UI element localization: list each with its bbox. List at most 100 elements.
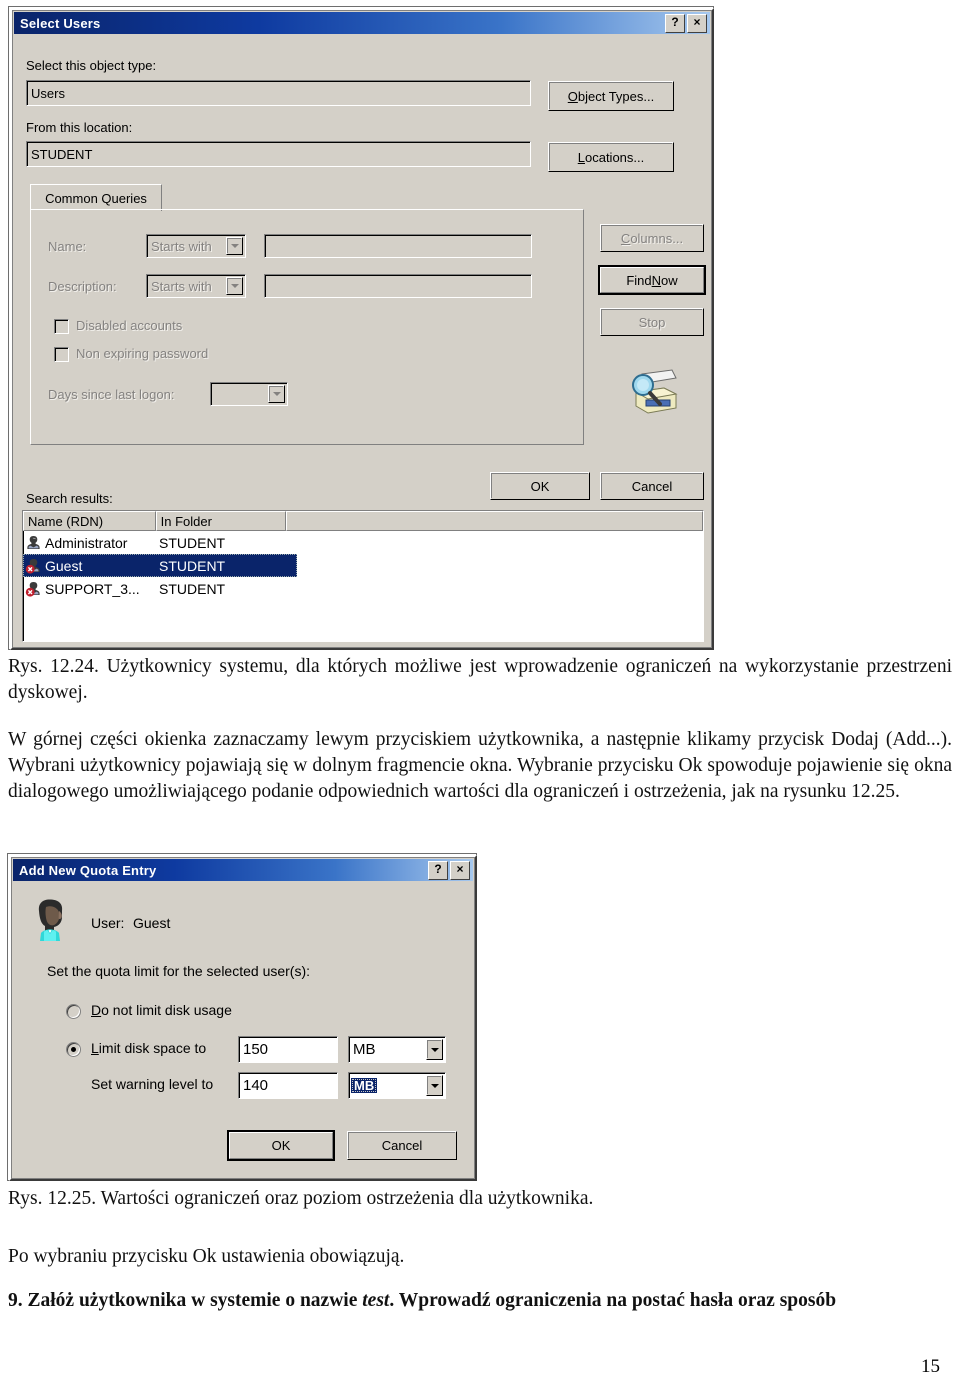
find-now-button[interactable]: Find Now	[598, 265, 706, 295]
radio-limit-disk-space-label: Limit disk space to	[91, 1040, 207, 1056]
object-types-button[interactable]: Object Types...	[548, 81, 674, 111]
search-results-listview[interactable]: Name (RDN) In Folder Administrator STUDE…	[22, 510, 704, 642]
radio-do-not-limit[interactable]	[66, 1004, 81, 1019]
object-types-button-label: Object Types...	[567, 88, 655, 104]
select-users-titlebar[interactable]: Select Users ? ×	[14, 12, 710, 34]
search-disk-icon	[632, 369, 678, 414]
table-row[interactable]: Guest STUDENT	[23, 554, 297, 577]
name-input[interactable]	[264, 234, 532, 258]
row-folder: STUDENT	[159, 534, 226, 551]
name-condition-value: Starts with	[151, 238, 212, 254]
limit-unit-combo[interactable]: MB	[348, 1036, 446, 1063]
help-icon[interactable]: ?	[428, 860, 448, 880]
quota-cancel-button[interactable]: Cancel	[347, 1131, 457, 1160]
disabled-accounts-label: Disabled accounts	[76, 318, 183, 333]
description-condition-value: Starts with	[151, 278, 212, 294]
select-users-title: Select Users	[20, 15, 101, 31]
row-folder: STUDENT	[159, 557, 226, 574]
columns-button[interactable]: Columns...	[600, 224, 704, 252]
find-now-button-label: Find Now	[600, 267, 704, 293]
radio-selected-dot	[71, 1047, 76, 1052]
select-users-dialog[interactable]: Select Users ? × Select this object type…	[10, 8, 714, 650]
caption-12-25: Rys. 12.25. Wartości ograniczeń oraz poz…	[8, 1188, 594, 1209]
user-label: User:	[91, 915, 125, 931]
task-9-emphasis: test	[362, 1290, 390, 1311]
radio-limit-disk-space[interactable]	[66, 1042, 81, 1057]
stop-button[interactable]: Stop	[600, 308, 704, 336]
user-disabled-icon	[25, 559, 40, 574]
description-condition-combo[interactable]: Starts with	[146, 274, 246, 298]
row-name: Guest	[45, 557, 83, 574]
column-header-name[interactable]: Name (RDN)	[23, 511, 156, 531]
ok-button-label: OK	[530, 478, 550, 494]
search-results-label: Search results:	[26, 491, 113, 506]
name-label: Name:	[48, 239, 87, 254]
days-since-last-logon-label: Days since last logon:	[48, 387, 175, 402]
chevron-down-icon[interactable]	[226, 277, 243, 295]
non-expiring-password-label: Non expiring password	[76, 346, 209, 361]
limit-unit-value: MB	[353, 1041, 376, 1058]
tab-common-queries-label: Common Queries	[45, 190, 147, 206]
body-paragraph-1: W górnej części okienka zaznaczamy lewym…	[8, 729, 952, 802]
quota-ok-button-label: OK	[229, 1132, 333, 1159]
user-disabled-icon	[25, 582, 40, 597]
user-name: Guest	[133, 915, 171, 931]
avatar	[38, 899, 63, 941]
quota-title: Add New Quota Entry	[19, 862, 157, 878]
warning-unit-combo[interactable]: MB	[348, 1072, 446, 1099]
close-icon[interactable]: ×	[687, 13, 707, 33]
body-paragraph-2: Po wybraniu przycisku Ok ustawienia obow…	[8, 1246, 405, 1267]
chevron-down-icon[interactable]	[426, 1039, 443, 1060]
warning-unit-value: MB	[351, 1078, 378, 1093]
help-icon[interactable]: ?	[665, 13, 685, 33]
tab-common-queries[interactable]: Common Queries	[30, 184, 162, 211]
chevron-down-icon[interactable]	[268, 385, 285, 403]
cancel-button-label: Cancel	[631, 478, 673, 494]
warning-value-input[interactable]: 140	[238, 1072, 338, 1099]
limit-value: 150	[243, 1041, 269, 1058]
description-input[interactable]	[264, 274, 532, 298]
column-header-folder[interactable]: In Folder	[155, 511, 287, 531]
table-row[interactable]: Administrator STUDENT	[23, 531, 703, 554]
radio-do-not-limit-label: Do not limit disk usage	[91, 1002, 232, 1018]
row-name: SUPPORT_3...	[45, 580, 140, 597]
location-field[interactable]: STUDENT	[26, 141, 531, 167]
non-expiring-password-checkbox[interactable]	[54, 347, 69, 362]
row-name: Administrator	[45, 534, 128, 551]
days-since-last-logon-combo[interactable]	[210, 382, 288, 406]
task-9-suffix: . Wprowadź ograniczenia na postać hasła …	[389, 1290, 837, 1311]
stop-button-label: Stop	[638, 314, 666, 330]
user-icon	[27, 536, 40, 549]
location-value: STUDENT	[31, 146, 93, 162]
chevron-down-icon[interactable]	[226, 237, 243, 255]
warning-level-label: Set warning level to	[91, 1076, 214, 1092]
page-number: 15	[921, 1356, 940, 1377]
task-9-prefix: 9. Załóż użytkownika w systemie o nazwie	[8, 1290, 363, 1311]
close-icon[interactable]: ×	[450, 860, 470, 880]
warning-value: 140	[243, 1077, 269, 1094]
chevron-down-icon[interactable]	[426, 1075, 443, 1096]
object-type-value: Users	[31, 85, 65, 101]
cancel-button[interactable]: Cancel	[600, 472, 704, 500]
quota-instruction: Set the quota limit for the selected use…	[47, 963, 311, 979]
table-row[interactable]: SUPPORT_3... STUDENT	[23, 577, 703, 600]
column-header-filler	[286, 511, 703, 531]
disabled-accounts-checkbox[interactable]	[54, 319, 69, 334]
row-folder: STUDENT	[159, 580, 226, 597]
quota-dialog[interactable]: Add New Quota Entry ? × User: Guest Set …	[9, 855, 477, 1181]
listview-header: Name (RDN) In Folder	[23, 511, 703, 531]
limit-value-input[interactable]: 150	[238, 1036, 338, 1063]
location-label: From this location:	[26, 120, 133, 135]
quota-ok-button[interactable]: OK	[227, 1130, 335, 1161]
columns-button-label: Columns...	[620, 230, 684, 246]
object-type-field[interactable]: Users	[26, 80, 531, 106]
locations-button-label: Locations...	[577, 149, 645, 165]
object-type-label: Select this object type:	[26, 58, 157, 73]
caption-12-24: Rys. 12.24. Użytkownicy systemu, dla któ…	[8, 656, 952, 703]
quota-cancel-button-label: Cancel	[381, 1138, 423, 1153]
task-9: 9. Załóż użytkownika w systemie o nazwie…	[8, 1288, 956, 1314]
locations-button[interactable]: Locations...	[548, 142, 674, 172]
ok-button[interactable]: OK	[490, 472, 590, 500]
quota-titlebar[interactable]: Add New Quota Entry ? ×	[13, 859, 473, 881]
name-condition-combo[interactable]: Starts with	[146, 234, 246, 258]
